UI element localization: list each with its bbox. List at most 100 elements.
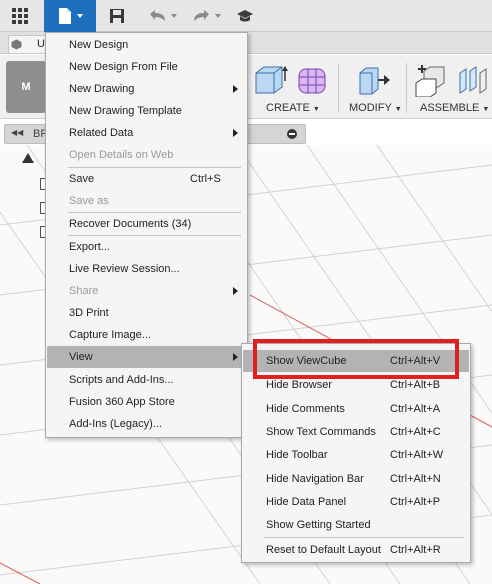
menu-item-capture-image[interactable]: Capture Image... xyxy=(47,324,246,346)
assemble-label: ASSEMBLE xyxy=(420,102,480,114)
menu-item-reset-layout[interactable]: Reset to Default Layout Ctrl+Alt+R xyxy=(243,539,469,561)
menu-item-label: Recover Documents (34) xyxy=(69,218,192,230)
menu-item-label: Save as xyxy=(69,195,109,207)
menu-item-open-details-on-web: Open Details on Web xyxy=(47,144,246,166)
menu-item-3d-print[interactable]: 3D Print xyxy=(47,302,246,324)
menu-item-label: Related Data xyxy=(69,127,134,139)
menu-item-shortcut: Ctrl+S xyxy=(190,173,221,185)
box-icon[interactable] xyxy=(252,63,288,100)
document-tab[interactable]: U xyxy=(8,35,46,53)
collapse-icon[interactable]: ◀◀ xyxy=(11,128,23,137)
menu-item-save-as: Save as xyxy=(47,190,246,212)
menu-divider xyxy=(264,537,464,538)
chevron-down-icon xyxy=(77,14,83,18)
menu-item-show-viewcube[interactable]: Show ViewCube Ctrl+Alt+V xyxy=(243,350,469,372)
menu-item-label: Hide Data Panel xyxy=(266,496,347,508)
menu-item-shortcut: Ctrl+Alt+A xyxy=(390,403,441,415)
menu-item-label: Hide Toolbar xyxy=(266,449,328,461)
menu-item-save[interactable]: Save Ctrl+S xyxy=(47,168,246,190)
joint-icon[interactable] xyxy=(456,63,492,100)
submenu-arrow-icon xyxy=(233,287,238,295)
menu-item-share: Share xyxy=(47,280,246,302)
menu-item-label: New Drawing Template xyxy=(69,105,182,117)
undo-icon[interactable] xyxy=(144,0,180,32)
menu-item-label: Hide Browser xyxy=(266,379,333,391)
save-icon[interactable] xyxy=(104,0,130,32)
chevron-down-icon: ▼ xyxy=(312,106,320,113)
menu-item-label: Live Review Session... xyxy=(69,263,180,275)
menu-item-hide-toolbar[interactable]: Hide Toolbar Ctrl+Alt+W xyxy=(243,444,469,466)
menu-item-export[interactable]: Export... xyxy=(47,236,246,258)
workspace-label: M xyxy=(21,81,31,93)
minimize-icon[interactable] xyxy=(287,129,297,139)
menu-item-label: Add-Ins (Legacy)... xyxy=(69,418,162,430)
menu-item-hide-navigation-bar[interactable]: Hide Navigation Bar Ctrl+Alt+N xyxy=(243,468,469,490)
menu-item-show-text-commands[interactable]: Show Text Commands Ctrl+Alt+C xyxy=(243,421,469,443)
document-tab-label: U xyxy=(37,38,45,50)
press-pull-icon[interactable] xyxy=(356,63,392,100)
app-bar xyxy=(0,0,492,32)
menu-item-shortcut: Ctrl+Alt+N xyxy=(390,473,441,485)
menu-item-label: Fusion 360 App Store xyxy=(69,396,175,408)
menu-item-shortcut: Ctrl+Alt+V xyxy=(390,355,441,367)
menu-item-label: Scripts and Add-Ins... xyxy=(69,374,174,386)
workspace-switcher[interactable]: M xyxy=(6,61,46,113)
create-label: CREATE xyxy=(266,102,310,114)
menu-item-new-drawing[interactable]: New Drawing xyxy=(47,78,246,100)
menu-item-related-data[interactable]: Related Data xyxy=(47,122,246,144)
menu-item-label: New Drawing xyxy=(69,83,135,95)
menu-item-shortcut: Ctrl+Alt+B xyxy=(390,379,441,391)
menu-item-app-store[interactable]: Fusion 360 App Store xyxy=(47,391,246,413)
menu-item-hide-browser[interactable]: Hide Browser Ctrl+Alt+B xyxy=(243,374,469,396)
menu-item-scripts-and-add-ins[interactable]: Scripts and Add-Ins... xyxy=(47,369,246,391)
menu-item-new-drawing-template[interactable]: New Drawing Template xyxy=(47,100,246,122)
view-submenu: Show ViewCube Ctrl+Alt+V Hide Browser Ctrl… xyxy=(241,343,471,563)
learn-icon[interactable] xyxy=(232,0,258,32)
apps-grid-icon[interactable] xyxy=(0,0,40,32)
menu-item-shortcut: Ctrl+Alt+W xyxy=(390,449,444,461)
modify-label: MODIFY xyxy=(349,102,392,114)
file-menu-button[interactable] xyxy=(44,0,96,32)
chevron-down-icon: ▼ xyxy=(482,106,490,113)
menu-item-label: New Design xyxy=(69,39,129,51)
assemble-menu[interactable]: ASSEMBLE ▼ xyxy=(420,102,489,114)
redo-icon[interactable] xyxy=(188,0,224,32)
menu-item-hide-data-panel[interactable]: Hide Data Panel Ctrl+Alt+P xyxy=(243,491,469,513)
form-icon[interactable] xyxy=(296,63,330,100)
menu-item-live-review-session[interactable]: Live Review Session... xyxy=(47,258,246,280)
menu-item-hide-comments[interactable]: Hide Comments Ctrl+Alt+A xyxy=(243,398,469,420)
menu-item-view[interactable]: View xyxy=(47,346,246,368)
expand-triangle-icon[interactable] xyxy=(22,153,34,163)
menu-item-show-getting-started[interactable]: Show Getting Started xyxy=(243,514,469,536)
component-icon xyxy=(11,39,22,50)
submenu-arrow-icon xyxy=(233,353,238,361)
file-icon xyxy=(59,8,71,24)
menu-item-label: Show ViewCube xyxy=(266,355,347,367)
create-menu[interactable]: CREATE ▼ xyxy=(266,102,320,114)
ribbon-separator xyxy=(338,63,339,113)
file-menu: New Design New Design From File New Draw… xyxy=(45,32,248,438)
ribbon-separator xyxy=(406,63,407,113)
menu-item-shortcut: Ctrl+Alt+P xyxy=(390,496,441,508)
menu-item-recover-documents[interactable]: Recover Documents (34) xyxy=(47,213,246,235)
menu-item-label: Reset to Default Layout xyxy=(266,544,381,556)
x-axis-line-lower xyxy=(0,562,41,584)
chevron-down-icon: ▼ xyxy=(394,106,402,113)
new-component-icon[interactable] xyxy=(414,63,448,100)
menu-item-label: Hide Navigation Bar xyxy=(266,473,364,485)
menu-item-shortcut: Ctrl+Alt+C xyxy=(390,426,441,438)
submenu-arrow-icon xyxy=(233,129,238,137)
menu-item-label: Show Text Commands xyxy=(266,426,376,438)
menu-item-label: Save xyxy=(69,173,95,185)
modify-menu[interactable]: MODIFY ▼ xyxy=(349,102,402,114)
menu-item-label: View xyxy=(69,351,93,363)
menu-item-label: Show Getting Started xyxy=(266,519,371,531)
menu-item-new-design[interactable]: New Design xyxy=(47,34,246,56)
menu-item-new-design-from-file[interactable]: New Design From File xyxy=(47,56,246,78)
menu-item-label: Export... xyxy=(69,241,110,253)
menu-item-add-ins-legacy[interactable]: Add-Ins (Legacy)... xyxy=(47,413,246,435)
menu-item-label: Open Details on Web xyxy=(69,149,174,161)
submenu-arrow-icon xyxy=(233,85,238,93)
menu-item-label: Hide Comments xyxy=(266,403,345,415)
menu-item-label: Capture Image... xyxy=(69,329,151,341)
